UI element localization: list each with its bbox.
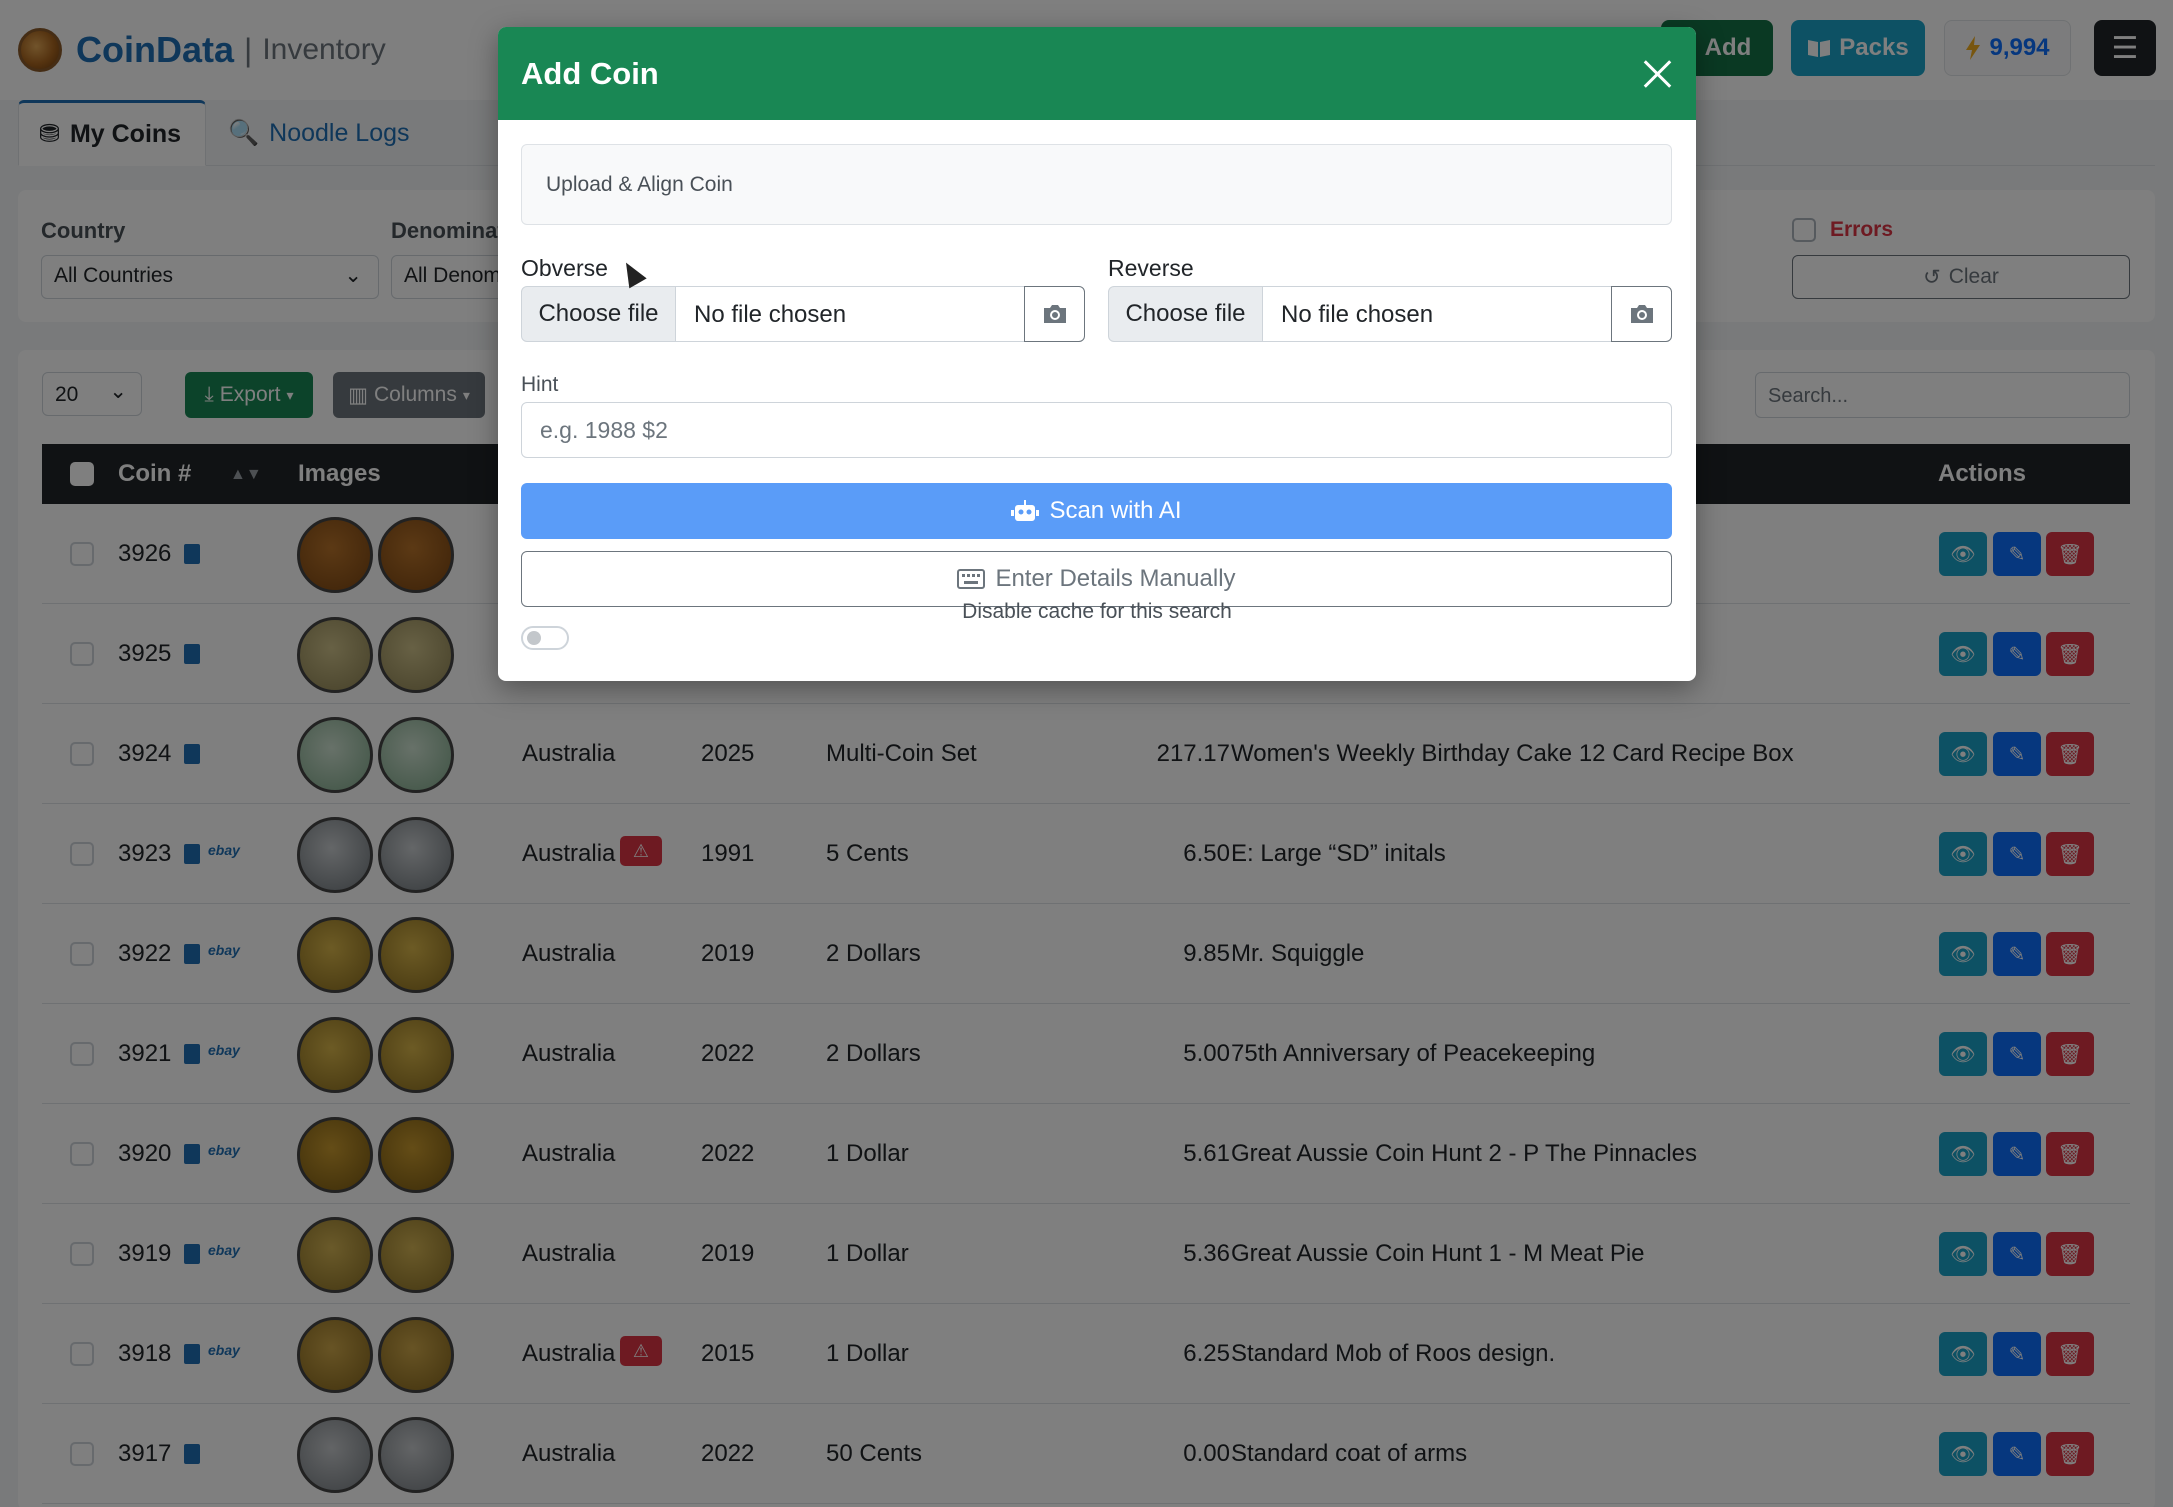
disable-cache-text: Disable cache for this search bbox=[962, 600, 1232, 623]
reverse-camera-button[interactable] bbox=[1611, 286, 1672, 342]
robot-icon bbox=[1011, 500, 1040, 521]
reverse-label: Reverse bbox=[1108, 255, 1194, 281]
disable-cache-label: Disable cache for this search bbox=[498, 600, 1696, 624]
modal-title: Add Coin bbox=[521, 56, 659, 91]
enter-details-manually-button[interactable]: Enter Details Manually bbox=[521, 551, 1672, 607]
disable-cache-toggle[interactable] bbox=[521, 626, 569, 650]
reverse-choose-file-button[interactable]: Choose file bbox=[1108, 286, 1263, 342]
upload-align-title: Upload & Align Coin bbox=[546, 173, 733, 196]
add-coin-modal: Add Coin Upload & Align Coin Obverse Cho… bbox=[498, 27, 1696, 681]
reverse-file-name: No file chosen bbox=[1263, 286, 1611, 342]
manual-button-label: Enter Details Manually bbox=[995, 565, 1236, 592]
modal-header: Add Coin bbox=[498, 27, 1696, 120]
camera-icon bbox=[1630, 305, 1653, 323]
obverse-choose-file-button[interactable]: Choose file bbox=[521, 286, 676, 342]
reverse-file-input[interactable]: Choose file No file chosen bbox=[1108, 286, 1672, 342]
keyboard-icon bbox=[957, 569, 986, 589]
camera-icon bbox=[1043, 305, 1066, 323]
close-icon[interactable] bbox=[1638, 54, 1678, 94]
obverse-label: Obverse bbox=[521, 255, 608, 281]
obverse-file-input[interactable]: Choose file No file chosen bbox=[521, 286, 1085, 342]
scan-button-label: Scan with AI bbox=[1049, 497, 1182, 524]
obverse-file-name: No file chosen bbox=[676, 286, 1024, 342]
toggle-knob bbox=[527, 631, 541, 645]
scan-with-ai-button[interactable]: Scan with AI bbox=[521, 483, 1672, 539]
hint-label: Hint bbox=[521, 373, 559, 396]
upload-align-panel[interactable]: Upload & Align Coin bbox=[521, 144, 1672, 225]
hint-input[interactable]: e.g. 1988 $2 bbox=[521, 402, 1672, 458]
obverse-camera-button[interactable] bbox=[1024, 286, 1085, 342]
